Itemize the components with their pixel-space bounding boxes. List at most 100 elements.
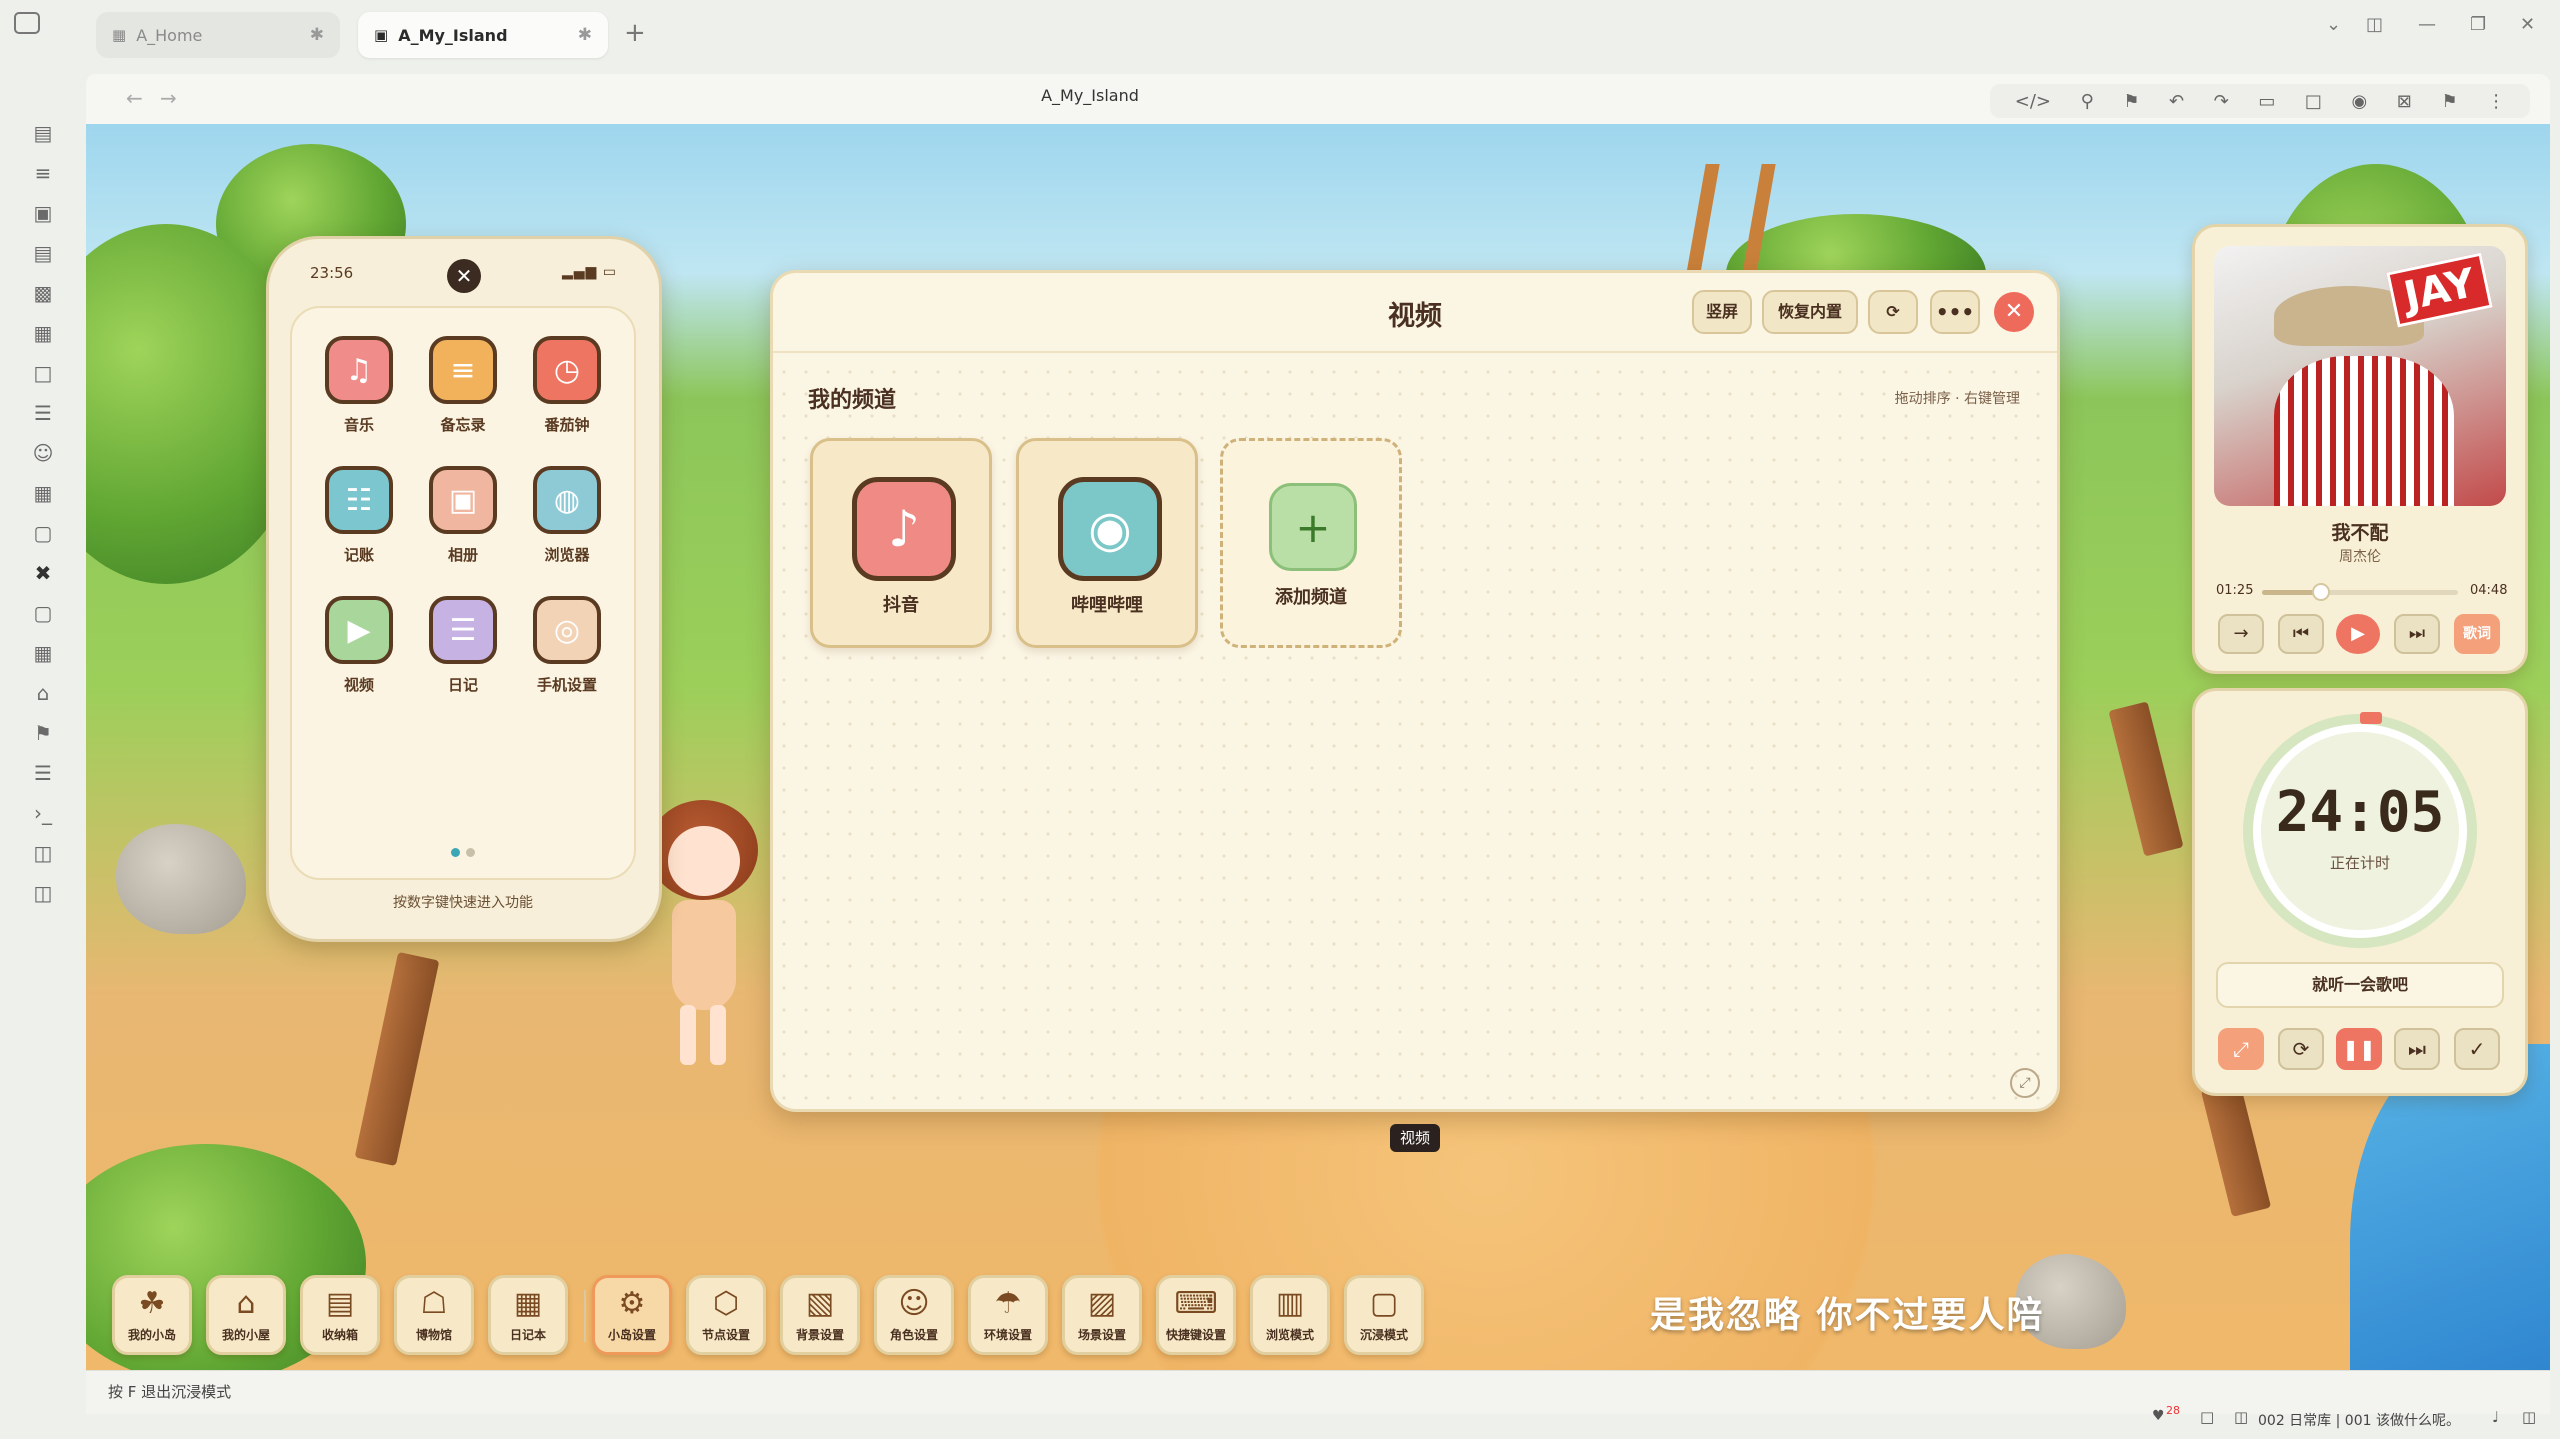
play-button[interactable]: ▶ <box>2336 614 2380 654</box>
pin-icon[interactable]: ✱ <box>310 25 324 45</box>
code-icon[interactable]: </> <box>2015 91 2051 112</box>
panel-close-button[interactable]: ✕ <box>1994 292 2034 332</box>
phone-app-diary[interactable]: ☰ 日记 <box>418 596 508 695</box>
pause-icon[interactable]: ❚❚ <box>2336 1028 2382 1070</box>
search-icon[interactable]: ⚲ <box>2081 91 2094 112</box>
book-icon[interactable]: ▣ <box>26 198 60 228</box>
bookmark-add-icon[interactable]: ⚑ <box>2123 91 2139 112</box>
camera-icon[interactable]: ◉ <box>2352 91 2368 112</box>
outline-icon[interactable]: ≡ <box>26 158 60 188</box>
phone-app-globe[interactable]: ◍ 浏览器 <box>522 466 612 565</box>
video-tooltip: 视频 <box>1390 1124 1440 1152</box>
dock-storage-box[interactable]: ▤ 收纳箱 <box>300 1275 380 1355</box>
grid-icon[interactable]: ▦ <box>26 318 60 348</box>
screen-icon[interactable]: ▭ <box>2258 91 2275 112</box>
channel-card-bilibili[interactable]: ◉ 哔哩哔哩 <box>1016 438 1198 648</box>
lock-icon[interactable]: □ <box>2305 91 2322 112</box>
list-icon[interactable]: ☰ <box>26 398 60 428</box>
douyin-icon: ♪ <box>852 477 956 581</box>
dock-house[interactable]: ⌂ 我的小屋 <box>206 1275 286 1355</box>
phone-app-phone-settings[interactable]: ◎ 手机设置 <box>522 596 612 695</box>
reset-icon[interactable]: ⟳ <box>2278 1028 2324 1070</box>
forward-icon[interactable]: ↷ <box>2214 91 2229 112</box>
phone-app-tomato-clock[interactable]: ◷ 番茄钟 <box>522 336 612 435</box>
sidebar-right-icon[interactable]: ◫ <box>2522 1408 2536 1426</box>
phone-close-button[interactable]: ✕ <box>447 259 481 293</box>
tools-icon[interactable]: ✖ <box>26 558 60 588</box>
dock-map[interactable]: ▥ 浏览模式 <box>1250 1275 1330 1355</box>
channel-card-douyin[interactable]: ♪ 抖音 <box>810 438 992 648</box>
terminal-icon[interactable]: ›_ <box>26 798 60 828</box>
lyrics-button[interactable]: 歌词 <box>2454 614 2500 654</box>
minimize-icon[interactable]: — <box>2418 14 2436 35</box>
dock-background-settings[interactable]: ▧ 背景设置 <box>780 1275 860 1355</box>
back-icon[interactable]: ↶ <box>2169 91 2184 112</box>
sidebar-toggle-icon[interactable] <box>14 12 40 34</box>
new-tab-plus-icon[interactable]: + <box>624 18 646 48</box>
restore-builtin-button[interactable]: 恢复内置 <box>1762 290 1858 334</box>
tab-a-my-island[interactable]: ▣ A_My_Island ✱ <box>358 12 608 58</box>
menu-icon[interactable]: ☰ <box>26 758 60 788</box>
map-icon[interactable]: ▤ <box>26 118 60 148</box>
phone-app-memo[interactable]: ≡ 备忘录 <box>418 336 508 435</box>
more-vertical-icon[interactable]: ⋮ <box>2487 91 2505 112</box>
add-channel-card[interactable]: + 添加频道 <box>1220 438 1402 648</box>
apps-icon[interactable]: ▦ <box>26 638 60 668</box>
file-icon[interactable]: □ <box>26 358 60 388</box>
status-path[interactable]: 002 日常库 | 001 该做什么呢。 <box>2258 1410 2460 1430</box>
bookmark-icon[interactable]: ⚑ <box>26 718 60 748</box>
dock-museum[interactable]: ☖ 博物馆 <box>394 1275 474 1355</box>
play-mode-icon[interactable]: → <box>2218 614 2264 654</box>
progress-knob[interactable] <box>2311 583 2330 601</box>
home-icon[interactable]: ⌂ <box>26 678 60 708</box>
trash-icon[interactable]: ▢ <box>26 518 60 548</box>
restore-window-icon[interactable]: ❐ <box>2470 14 2486 35</box>
dock-immersive[interactable]: ▢ 沉浸模式 <box>1344 1275 1424 1355</box>
page-indicator[interactable] <box>448 842 478 861</box>
previous-track-icon[interactable]: ⏮ <box>2278 614 2324 654</box>
dock-node-settings[interactable]: ⬡ 节点设置 <box>686 1275 766 1355</box>
split-view-icon[interactable]: ◫ <box>2366 14 2383 35</box>
smile-icon[interactable]: ☺ <box>26 438 60 468</box>
next-track-icon[interactable]: ⏭ <box>2394 614 2440 654</box>
image-icon[interactable]: ▦ <box>26 478 60 508</box>
tab-a-home[interactable]: ▦ A_Home ✱ <box>96 12 340 58</box>
phone-app-photo-album[interactable]: ▣ 相册 <box>418 466 508 565</box>
phone-app-calculator[interactable]: ☷ 记账 <box>314 466 404 565</box>
complete-check-icon[interactable]: ✓ <box>2454 1028 2500 1070</box>
resize-icon[interactable]: ⤢ <box>2010 1068 2040 1098</box>
bookmark-icon[interactable]: ⚑ <box>2441 91 2457 112</box>
expand-icon[interactable]: ⤢ <box>2218 1028 2264 1070</box>
dock-character-settings[interactable]: ☺ 角色设置 <box>874 1275 954 1355</box>
dock-scene-settings[interactable]: ▨ 场景设置 <box>1062 1275 1142 1355</box>
dock-weather[interactable]: ☂ 环境设置 <box>968 1275 1048 1355</box>
phone-app-music[interactable]: ♫ 音乐 <box>314 336 404 435</box>
progress-bar[interactable] <box>2262 583 2458 601</box>
more-icon[interactable]: ••• <box>1930 290 1980 334</box>
portrait-button[interactable]: 竖屏 <box>1692 290 1752 334</box>
dock-island-settings[interactable]: ⚙ 小岛设置 <box>592 1275 672 1355</box>
layout-icon[interactable]: ◫ <box>26 878 60 908</box>
table-icon[interactable]: ◫ <box>26 838 60 868</box>
close-square-icon[interactable]: ⊠ <box>2397 91 2412 112</box>
timer-task[interactable]: 就听一会歌吧 <box>2216 962 2504 1008</box>
album-cover[interactable]: JAY <box>2214 246 2506 506</box>
phone-app-video-play[interactable]: ▶ 视频 <box>314 596 404 695</box>
dock-keyboard[interactable]: ⌨ 快捷键设置 <box>1156 1275 1236 1355</box>
trash-icon[interactable]: ▢ <box>26 598 60 628</box>
skip-icon[interactable]: ⏭ <box>2394 1028 2440 1070</box>
pin-icon[interactable]: ✱ <box>578 25 592 45</box>
sync-icon[interactable]: ♥ <box>2152 1408 2165 1424</box>
phone-clock: 23:56 <box>310 264 354 282</box>
bell-icon[interactable]: ♩ <box>2492 1408 2499 1426</box>
calendar-icon[interactable]: ▩ <box>26 278 60 308</box>
refresh-icon[interactable]: ⟳ <box>1868 290 1918 334</box>
dock-island[interactable]: ☘ 我的小岛 <box>112 1275 192 1355</box>
dock-notebook[interactable]: ▦ 日记本 <box>488 1275 568 1355</box>
back-arrow-icon[interactable]: ← <box>126 86 143 110</box>
forward-arrow-icon[interactable]: → <box>160 86 177 110</box>
archive-icon[interactable]: ▤ <box>26 238 60 268</box>
lock-icon[interactable]: □ <box>2200 1408 2214 1426</box>
chevron-down-icon[interactable]: ⌄ <box>2326 14 2341 35</box>
close-window-icon[interactable]: ✕ <box>2520 14 2535 35</box>
